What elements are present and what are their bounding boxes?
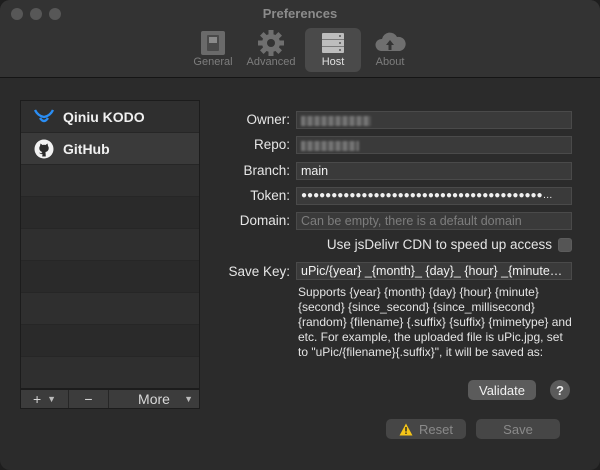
help-button[interactable]: ? — [550, 380, 570, 400]
repo-label: Repo: — [253, 137, 290, 152]
window-title: Preferences — [262, 6, 338, 21]
repo-field[interactable] — [296, 136, 572, 154]
add-host-button[interactable]: + ▼ — [21, 390, 69, 408]
save-key-field[interactable]: uPic/{year} _{month}_ {day}_ {hour} _{mi… — [296, 262, 572, 280]
domain-label: Domain: — [239, 213, 290, 228]
owner-field[interactable] — [296, 111, 572, 129]
host-item-label: GitHub — [63, 140, 110, 157]
redacted-value — [301, 116, 371, 126]
add-host-label: + — [32, 391, 42, 407]
token-field[interactable]: ●●●●●●●●●●●●●●●●●●●●●●●●●●●●●●●●●●●●●●●●… — [296, 187, 572, 205]
host-list-footer: + ▼ − More ▼ — [20, 389, 200, 409]
host-list: Qiniu KODO GitHub — [20, 100, 200, 389]
list-item — [21, 261, 199, 293]
cdn-label: Use jsDelivr CDN to speed up access — [326, 237, 552, 252]
switch-icon — [185, 28, 241, 58]
chevron-down-icon: ▼ — [47, 394, 57, 404]
chevron-down-icon: ▼ — [184, 394, 193, 404]
token-label: Token: — [250, 188, 290, 203]
host-item-github[interactable]: GitHub — [21, 133, 199, 165]
tab-about[interactable]: About — [362, 28, 418, 72]
more-label: More — [138, 391, 170, 407]
save-key-help-text: Supports {year} {month} {day} {hour} {mi… — [298, 285, 572, 359]
redacted-value — [301, 141, 359, 151]
gear-icon — [243, 28, 299, 58]
host-item-qiniu[interactable]: Qiniu KODO — [21, 101, 199, 133]
more-button[interactable]: More ▼ — [109, 390, 199, 408]
list-item — [21, 293, 199, 325]
qiniu-logo-icon — [33, 106, 55, 128]
remove-host-label: − — [84, 391, 93, 407]
cloud-upload-icon — [362, 28, 418, 58]
tab-advanced[interactable]: Advanced — [243, 28, 299, 72]
branch-label: Branch: — [243, 163, 290, 178]
host-item-label: Qiniu KODO — [63, 108, 145, 125]
reset-label: Reset — [419, 421, 453, 437]
list-item — [21, 229, 199, 261]
server-icon — [305, 28, 361, 58]
list-item — [21, 325, 199, 357]
titlebar: Preferences General Advanced Host About — [0, 0, 600, 78]
save-button[interactable]: Save — [476, 419, 560, 439]
remove-host-button[interactable]: − — [69, 390, 109, 408]
list-item — [21, 357, 199, 389]
tab-general[interactable]: General — [185, 28, 241, 72]
tab-host[interactable]: Host — [305, 28, 361, 72]
branch-field[interactable]: main — [296, 162, 572, 180]
validate-button[interactable]: Validate — [468, 380, 536, 400]
owner-label: Owner: — [246, 112, 290, 127]
domain-field[interactable]: Can be empty, there is a default domain — [296, 212, 572, 230]
warning-icon — [399, 423, 413, 436]
reset-button[interactable]: Reset — [386, 419, 466, 439]
cdn-checkbox[interactable] — [558, 238, 572, 252]
github-logo-icon — [33, 138, 55, 160]
list-item — [21, 165, 199, 197]
list-item — [21, 197, 199, 229]
save-key-label: Save Key: — [228, 264, 290, 279]
preferences-window: Preferences General Advanced Host About … — [0, 0, 600, 470]
